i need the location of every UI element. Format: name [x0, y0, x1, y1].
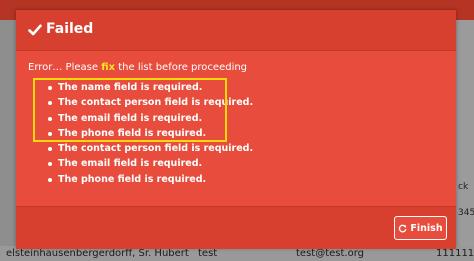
row-email: test@test.org [296, 248, 364, 259]
finish-button[interactable]: Finish [394, 216, 447, 240]
background-text: ck [458, 182, 469, 192]
dialog-footer: Finish [16, 206, 456, 249]
dialog-header: Failed [16, 10, 456, 51]
error-item: The contact person field is required. [16, 141, 253, 156]
error-message-end: the list before proceeding [115, 62, 248, 73]
row-user: test [198, 248, 218, 259]
row-name: elsteinhausenbergerdorff, Sr. Hubert [6, 248, 189, 259]
error-item: The email field is required. [16, 156, 253, 171]
dialog-title: Failed [46, 21, 94, 37]
background-text: 345 [458, 208, 474, 218]
check-icon [28, 24, 42, 36]
finish-button-label: Finish [410, 222, 443, 234]
row-phone: 1111111 [436, 248, 474, 259]
error-message: Error… Please fix the list before procee… [28, 62, 247, 73]
error-item: The phone field is required. [16, 172, 253, 187]
error-message-start: Error… Please [28, 62, 102, 73]
error-message-highlight: fix [101, 62, 116, 73]
highlight-box [33, 78, 227, 142]
refresh-icon [399, 224, 407, 232]
error-dialog: Failed Error… Please fix the list before… [16, 10, 456, 249]
